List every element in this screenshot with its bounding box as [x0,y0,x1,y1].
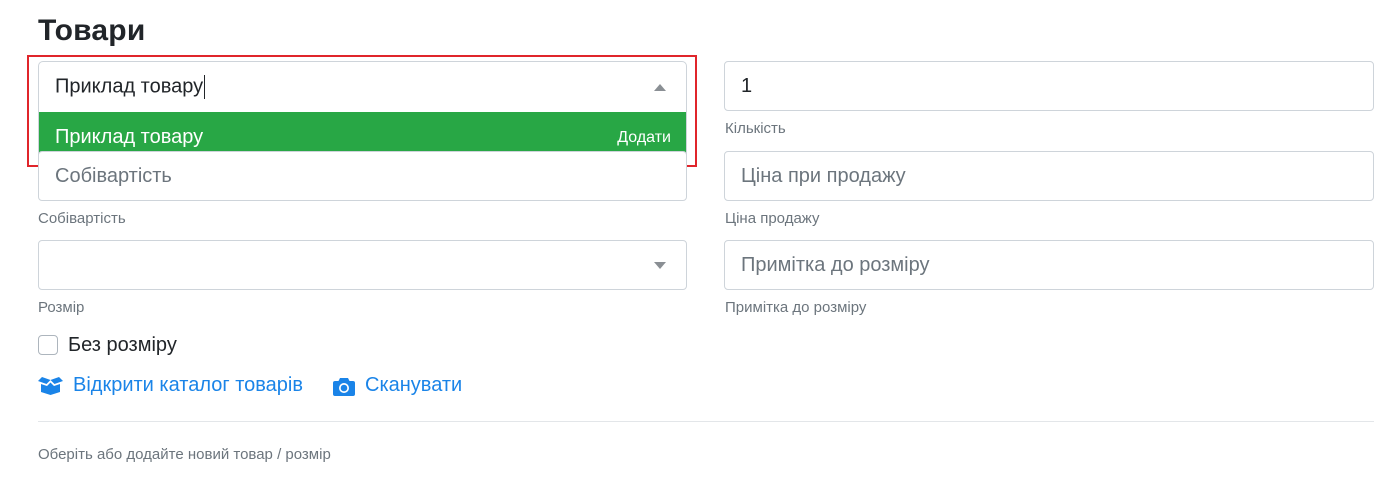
camera-icon [333,377,355,396]
quantity-label: Кількість [725,120,786,137]
size-note-label: Примітка до розміру [725,299,867,316]
cost-input[interactable]: Собівартість [38,151,687,201]
open-catalog-label: Відкрити каталог товарів [73,374,303,396]
scan-label: Сканувати [365,374,463,396]
divider [38,421,1374,422]
sale-price-label: Ціна продажу [725,210,820,227]
quantity-input[interactable]: 1 [724,61,1374,111]
no-size-label: Без розміру [68,334,177,356]
box-open-icon [38,376,63,395]
section-title: Товари [38,14,146,47]
cost-label: Собівартість [38,210,126,227]
sale-price-input[interactable]: Ціна при продажу [724,151,1374,201]
scan-link[interactable]: Сканувати [333,374,462,397]
size-label: Розмір [38,299,85,316]
helper-text: Оберіть або додайте новий товар / розмір [38,446,331,463]
size-select[interactable] [38,240,687,290]
no-size-checkbox[interactable] [38,335,58,355]
size-note-input[interactable]: Примітка до розміру [724,240,1374,290]
open-catalog-link[interactable]: Відкрити каталог товарів [38,374,303,397]
chevron-down-icon [654,262,666,269]
